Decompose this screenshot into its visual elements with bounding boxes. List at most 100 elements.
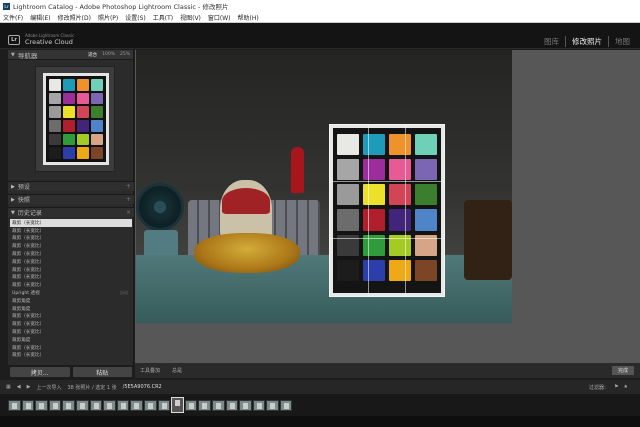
module-library[interactable]: 图库 (538, 36, 565, 47)
filmstrip-thumbnail[interactable] (266, 399, 279, 411)
history-item[interactable]: 裁剪角度 (10, 297, 132, 305)
menu-settings[interactable]: 设置(S) (125, 13, 146, 22)
zoom-25[interactable]: 25% (120, 52, 130, 58)
history-item-label: 裁剪（长宽比） (12, 244, 45, 250)
module-develop[interactable]: 修改照片 (565, 36, 608, 47)
history-item-label: 裁剪角度 (12, 298, 31, 304)
filmstrip-thumbnail[interactable] (157, 399, 171, 411)
menu-develop[interactable]: 修改照片(D) (58, 13, 91, 22)
color-patch (91, 106, 103, 118)
history-item[interactable]: Upright 透视 自动 (10, 289, 132, 297)
next-arrow-icon[interactable]: ▶ (27, 384, 31, 390)
history-item[interactable]: 裁剪（长宽比） (10, 274, 132, 282)
color-patch (91, 79, 103, 91)
history-panel: 裁剪（长宽比） 裁剪（长宽比） 裁剪（长宽比） 裁剪（长宽比） 裁剪（长宽比） 裁剪（长宽… (8, 168, 134, 364)
crop-overlay[interactable] (329, 124, 445, 297)
filmstrip-thumbnail[interactable] (198, 399, 211, 411)
filmstrip-thumbnail[interactable] (225, 399, 239, 411)
zoom-100[interactable]: 100% (102, 52, 115, 58)
filmstrip-thumbnail[interactable] (8, 399, 21, 411)
desk-fan (136, 183, 184, 231)
tool-overlay-select[interactable]: 总是 (172, 367, 182, 374)
crop-grid-line (367, 125, 369, 296)
history-item[interactable]: 裁剪（长宽比） (10, 227, 132, 235)
history-item[interactable]: 裁剪（长宽比） (10, 258, 132, 266)
filmstrip-thumbnail[interactable] (62, 399, 75, 411)
history-item-label: 裁剪（长宽比） (12, 275, 45, 281)
filmstrip-thumbnail[interactable] (21, 399, 35, 411)
star-filter-icon[interactable]: ★ (624, 384, 628, 390)
menu-photo[interactable]: 照片(P) (98, 13, 118, 22)
menu-bar: 文件(F) 编辑(E) 修改照片(D) 照片(P) 设置(S) 工具(T) 视图… (0, 12, 640, 23)
flag-filter-icon[interactable]: ⚑ (614, 384, 618, 390)
wooden-object (464, 200, 512, 280)
history-item[interactable]: 裁剪（长宽比） (10, 320, 132, 328)
menu-help[interactable]: 帮助(H) (238, 13, 259, 22)
app-icon: Lr (3, 2, 10, 10)
history-item[interactable]: 裁剪（长宽比） (10, 313, 132, 321)
color-patch (49, 92, 61, 105)
menu-tools[interactable]: 工具(T) (153, 13, 173, 22)
desk-surface (136, 255, 512, 323)
filmstrip-thumbnail[interactable] (211, 399, 225, 411)
history-item[interactable]: 裁剪（长宽比） (10, 344, 132, 352)
filmstrip-thumbnail[interactable] (143, 399, 157, 411)
history-item-label: 裁剪（长宽比） (12, 228, 45, 234)
history-item-label: 裁剪（长宽比） (12, 283, 45, 289)
color-patch (77, 79, 89, 91)
navigator-preview[interactable] (35, 66, 115, 172)
photo-preview[interactable] (136, 50, 512, 323)
done-button[interactable]: 完成 (611, 366, 634, 375)
color-patch (91, 147, 103, 159)
prev-import-source[interactable]: 上一次导入 (36, 384, 61, 391)
filmstrip-thumbnail[interactable] (48, 399, 62, 411)
filmstrip-thumbnail[interactable] (171, 397, 184, 413)
filmstrip-thumbnail[interactable] (103, 399, 116, 411)
crop-grid-line (330, 181, 444, 183)
filmstrip-thumbnail[interactable] (279, 399, 293, 411)
menu-file[interactable]: 文件(F) (3, 13, 23, 22)
bottom-bar (0, 416, 640, 427)
filmstrip-thumbnail[interactable] (89, 399, 103, 411)
filmstrip-thumbnail[interactable] (239, 399, 252, 411)
history-item[interactable]: 裁剪（长宽比） (10, 235, 132, 243)
history-item[interactable]: 裁剪（长宽比） (10, 281, 132, 289)
filmstrip-header: ▦ ◀ ▶ 上一次导入 38 张照片 / 选定 1 张 /5E5A9076.CR… (0, 380, 640, 394)
filmstrip-thumbnail[interactable] (35, 399, 48, 411)
navigator-header[interactable]: ▼ 导航器 适合 100% 25% (8, 50, 133, 60)
color-patch (63, 147, 75, 159)
history-item-label: 裁剪（长宽比） (12, 220, 45, 226)
history-item[interactable]: 裁剪角度 (10, 305, 132, 313)
menu-edit[interactable]: 编辑(E) (30, 13, 50, 22)
photo-count: 38 张照片 / 选定 1 张 (67, 384, 117, 391)
filmstrip-thumbnail[interactable] (116, 399, 130, 411)
history-item[interactable]: 裁剪（长宽比） (10, 250, 132, 258)
history-item-label: 裁剪（长宽比） (12, 330, 45, 336)
menu-window[interactable]: 窗口(W) (208, 13, 231, 22)
zoom-fit[interactable]: 适合 (88, 52, 97, 58)
copy-button[interactable]: 拷贝... (10, 367, 70, 377)
history-item[interactable]: 裁剪（长宽比） (10, 328, 132, 336)
history-item[interactable]: 裁剪（长宽比） (10, 219, 132, 227)
grid-view-icon[interactable]: ▦ (6, 384, 11, 390)
filmstrip-thumbnail[interactable] (184, 399, 198, 411)
menu-view[interactable]: 视图(V) (180, 13, 201, 22)
history-item[interactable]: 裁剪角度 (10, 336, 132, 344)
filmstrip-thumbnail[interactable] (75, 399, 89, 411)
crop-grid-line (330, 237, 444, 239)
prev-arrow-icon[interactable]: ◀ (17, 384, 21, 390)
filmstrip (0, 394, 640, 416)
history-item-label: Upright 透视 (12, 291, 40, 297)
paste-button[interactable]: 粘贴 (72, 367, 132, 377)
history-item[interactable]: 裁剪（长宽比） (10, 352, 132, 360)
history-item[interactable]: 裁剪（长宽比） (10, 242, 132, 250)
color-patch (49, 147, 61, 159)
filmstrip-thumbnail[interactable] (130, 399, 143, 411)
toolbar: 工具叠加 总是 完成 (135, 363, 640, 378)
filmstrip-thumbnail[interactable] (252, 399, 266, 411)
color-patch (77, 133, 89, 146)
history-item-value: 自动 (120, 290, 128, 296)
history-item-label: 裁剪（长宽比） (12, 252, 45, 258)
history-item[interactable]: 裁剪（长宽比） (10, 266, 132, 274)
module-map[interactable]: 地图 (608, 36, 636, 47)
